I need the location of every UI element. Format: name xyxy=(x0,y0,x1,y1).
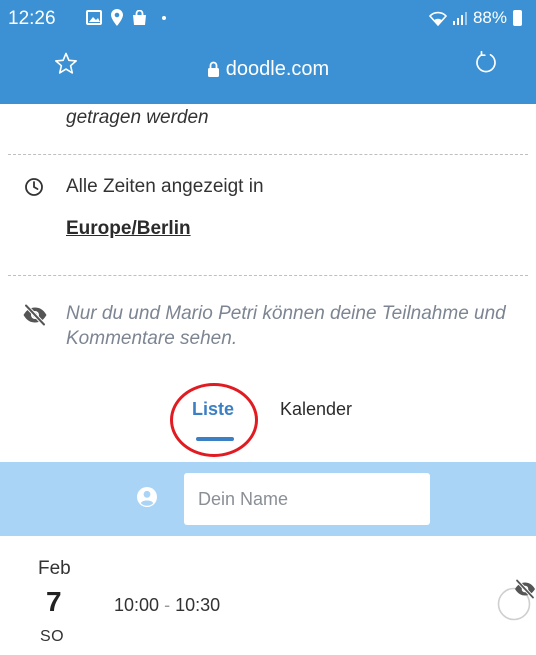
battery-icon xyxy=(513,10,522,26)
status-icons xyxy=(86,9,166,26)
reload-icon[interactable] xyxy=(474,51,498,75)
wifi-icon xyxy=(428,11,447,26)
timezone-label: Alle Zeiten angezeigt in xyxy=(66,176,264,197)
lock-icon xyxy=(207,61,219,77)
notification-dot-icon xyxy=(162,15,166,20)
divider xyxy=(8,275,528,276)
browser-url-bar: doodle.com xyxy=(0,36,536,104)
signal-icon xyxy=(452,12,467,25)
shopping-bag-icon xyxy=(133,9,146,25)
eye-slash-icon xyxy=(515,579,535,599)
url-display[interactable]: doodle.com xyxy=(0,58,536,81)
option-end-time: 10:30 xyxy=(175,595,221,615)
option-time-separator: - xyxy=(164,595,171,615)
option-day: 7 xyxy=(46,586,62,617)
timezone-link[interactable]: Europe/Berlin xyxy=(66,218,191,240)
status-time: 12:26 xyxy=(8,8,56,29)
tab-kalender[interactable]: Kalender xyxy=(280,399,352,420)
privacy-note: Nur du und Mario Petri können deine Teil… xyxy=(66,303,506,349)
highlight-annotation xyxy=(170,383,258,457)
option-month: Feb xyxy=(38,558,71,579)
user-icon xyxy=(137,487,157,507)
clock-icon xyxy=(25,178,43,196)
option-time-range: 10:00 - 10:30 xyxy=(114,595,220,616)
name-input[interactable] xyxy=(184,473,430,525)
truncated-text: getragen werden xyxy=(66,107,209,128)
location-icon xyxy=(111,9,123,26)
option-weekday: SO xyxy=(40,628,65,645)
url-text: doodle.com xyxy=(225,58,330,80)
option-start-time: 10:00 xyxy=(114,595,160,615)
eye-slash-icon xyxy=(23,304,47,326)
status-right: 88% xyxy=(428,8,522,28)
status-bar: 12:26 88% xyxy=(0,0,536,36)
divider xyxy=(8,154,528,155)
gallery-icon xyxy=(86,10,102,25)
battery-percent: 88% xyxy=(472,8,507,27)
